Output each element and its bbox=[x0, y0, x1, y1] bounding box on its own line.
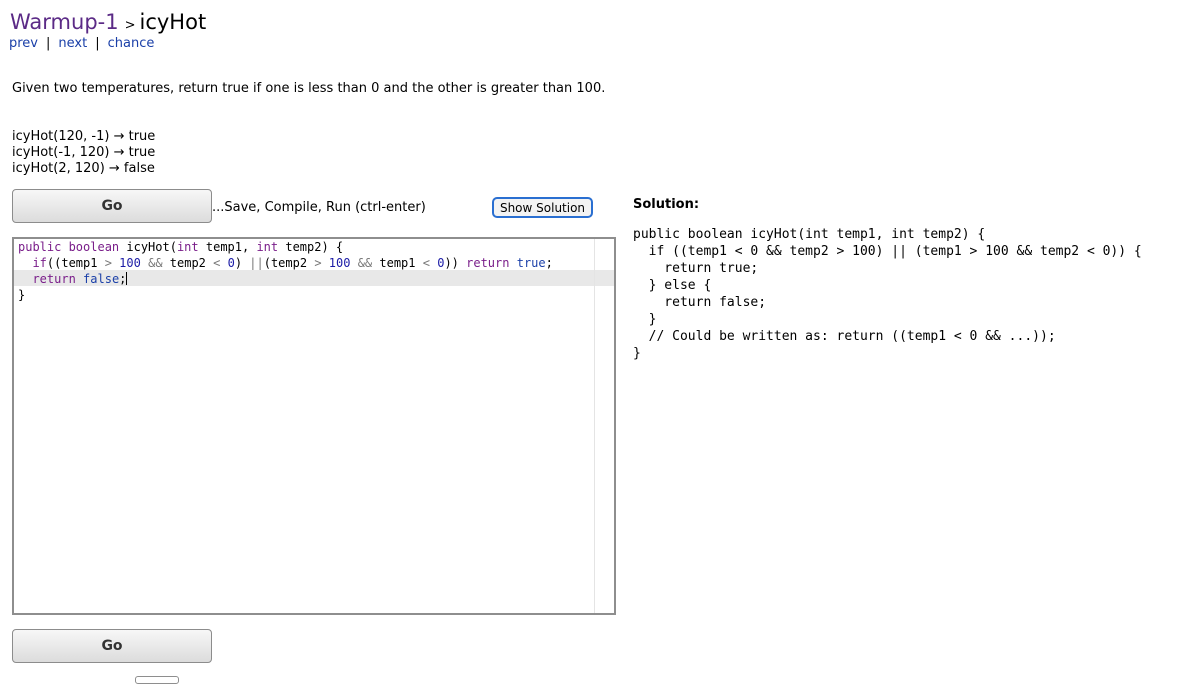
go-button-bottom[interactable]: Go bbox=[12, 629, 212, 663]
go-button[interactable]: Go bbox=[12, 189, 212, 223]
examples-list: icyHot(120, -1) → true icyHot(-1, 120) →… bbox=[12, 129, 155, 177]
chance-link[interactable]: chance bbox=[108, 36, 155, 51]
breadcrumb-separator: > bbox=[124, 18, 136, 33]
nav-divider: | bbox=[46, 36, 51, 51]
solution-code: public boolean icyHot(int temp1, int tem… bbox=[633, 227, 1142, 361]
next-link[interactable]: next bbox=[58, 36, 87, 51]
prev-link[interactable]: prev bbox=[9, 36, 38, 51]
editor-print-margin bbox=[594, 239, 595, 613]
problem-nav: prev | next | chance bbox=[9, 36, 154, 52]
example-item: icyHot(2, 120) → false bbox=[12, 161, 155, 176]
page-title: icyHot bbox=[139, 10, 207, 34]
editor-code[interactable]: public boolean icyHot(int temp1, int tem… bbox=[18, 239, 553, 303]
example-item: icyHot(120, -1) → true bbox=[12, 129, 156, 144]
problem-prompt: Given two temperatures, return true if o… bbox=[12, 81, 606, 96]
show-solution-button[interactable]: Show Solution bbox=[492, 197, 593, 218]
code-editor[interactable]: public boolean icyHot(int temp1, int tem… bbox=[12, 237, 616, 615]
nav-divider: | bbox=[95, 36, 100, 51]
text-cursor bbox=[126, 272, 128, 285]
breadcrumb-section-link[interactable]: Warmup-1 bbox=[10, 10, 119, 34]
example-item: icyHot(-1, 120) → true bbox=[12, 145, 156, 160]
partial-control[interactable] bbox=[135, 676, 179, 684]
solution-label: Solution: bbox=[633, 197, 700, 212]
run-shortcut-note: ...Save, Compile, Run (ctrl-enter) bbox=[212, 200, 426, 215]
